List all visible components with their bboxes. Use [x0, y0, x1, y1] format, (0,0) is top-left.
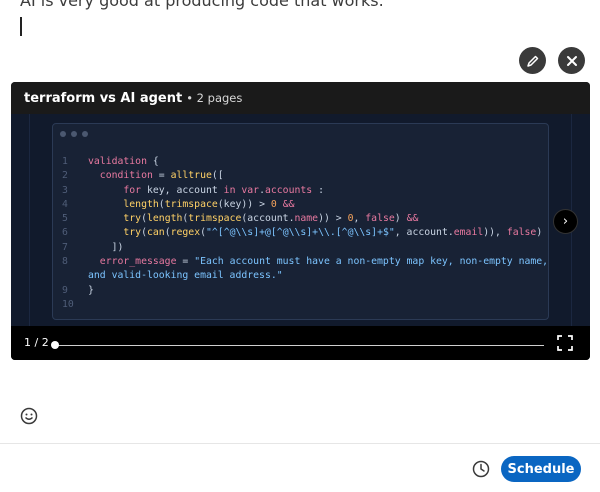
- code-line: 10: [62, 298, 542, 312]
- line-number: 1: [62, 156, 68, 167]
- document-title: terraform vs AI agent: [24, 90, 183, 106]
- code-line: 1 validation {: [62, 155, 542, 169]
- page-indicator: 1 / 2: [24, 336, 49, 349]
- close-icon: [566, 55, 577, 66]
- page-progress-knob[interactable]: [51, 341, 59, 349]
- code-text: error_message = "Each account must have …: [99, 256, 549, 268]
- line-number: 4: [62, 198, 68, 210]
- edit-document-button[interactable]: [519, 47, 546, 74]
- remove-document-button[interactable]: [558, 47, 585, 74]
- smiley-icon[interactable]: [20, 407, 38, 425]
- line-number: 6: [62, 227, 68, 239]
- line-number: 3: [62, 184, 68, 196]
- code-line: 3 for key, account in var.accounts :: [62, 184, 542, 198]
- code-line: and valid-looking email address.": [62, 269, 542, 283]
- code-text: length(trimspace(key)) > 0 &&: [123, 198, 295, 210]
- code-line: 4 length(trimspace(key)) > 0 &&: [62, 198, 542, 212]
- code-text: ]): [88, 241, 124, 253]
- line-number: 9: [62, 284, 68, 296]
- page-progress-track[interactable]: [56, 345, 544, 346]
- line-number: 7: [62, 241, 68, 253]
- code-text: try(can(regex("^[^@\\s]+@[^@\\s]+\\.[^@\…: [123, 227, 543, 239]
- line-number: 10: [62, 298, 74, 310]
- next-page-button[interactable]: ›: [553, 209, 578, 234]
- code-line: 6 try(can(regex("^[^@\\s]+@[^@\\s]+\\.[^…: [62, 226, 542, 240]
- code-text: condition = alltrue([: [99, 170, 224, 182]
- pencil-icon: [526, 55, 538, 67]
- document-preview: terraform vs AI agent • 2 pages 1 validat…: [11, 82, 590, 360]
- schedule-button[interactable]: Schedule: [501, 456, 581, 482]
- document-slide: 1 validation {2 condition = alltrue([3 fo…: [11, 114, 590, 326]
- code-text: validation {: [88, 156, 159, 167]
- post-text[interactable]: AI is very good at producing code that w…: [20, 0, 384, 10]
- line-number: [62, 269, 88, 283]
- text-cursor: [20, 17, 22, 36]
- code-text: try(length(trimspace(account.name)) > 0,…: [123, 213, 419, 225]
- window-dots: [60, 131, 88, 137]
- code-text: and valid-looking email address.": [88, 270, 283, 282]
- line-number: 5: [62, 213, 68, 225]
- document-controls: 1 / 2: [11, 326, 590, 360]
- code-line: 7 ]): [62, 241, 542, 255]
- code-block: 1 validation {2 condition = alltrue([3 fo…: [62, 155, 548, 312]
- document-page-count: • 2 pages: [186, 91, 243, 105]
- code-text: for key, account in var.accounts :: [123, 184, 324, 196]
- document-header: terraform vs AI agent • 2 pages: [11, 82, 590, 114]
- code-line: 2 condition = alltrue([: [62, 169, 542, 183]
- code-text: }: [88, 284, 94, 296]
- fullscreen-icon[interactable]: [557, 335, 573, 351]
- clock-icon[interactable]: [472, 460, 490, 478]
- chevron-right-icon: ›: [562, 214, 569, 229]
- line-number: 2: [62, 170, 68, 182]
- code-window: 1 validation {2 condition = alltrue([3 fo…: [52, 123, 549, 320]
- line-number: 8: [62, 256, 68, 268]
- code-line: 5 try(length(trimspace(account.name)) > …: [62, 212, 542, 226]
- code-line: 9}: [62, 284, 542, 298]
- divider: [0, 443, 600, 444]
- code-line: 8 error_message = "Each account must hav…: [62, 255, 548, 269]
